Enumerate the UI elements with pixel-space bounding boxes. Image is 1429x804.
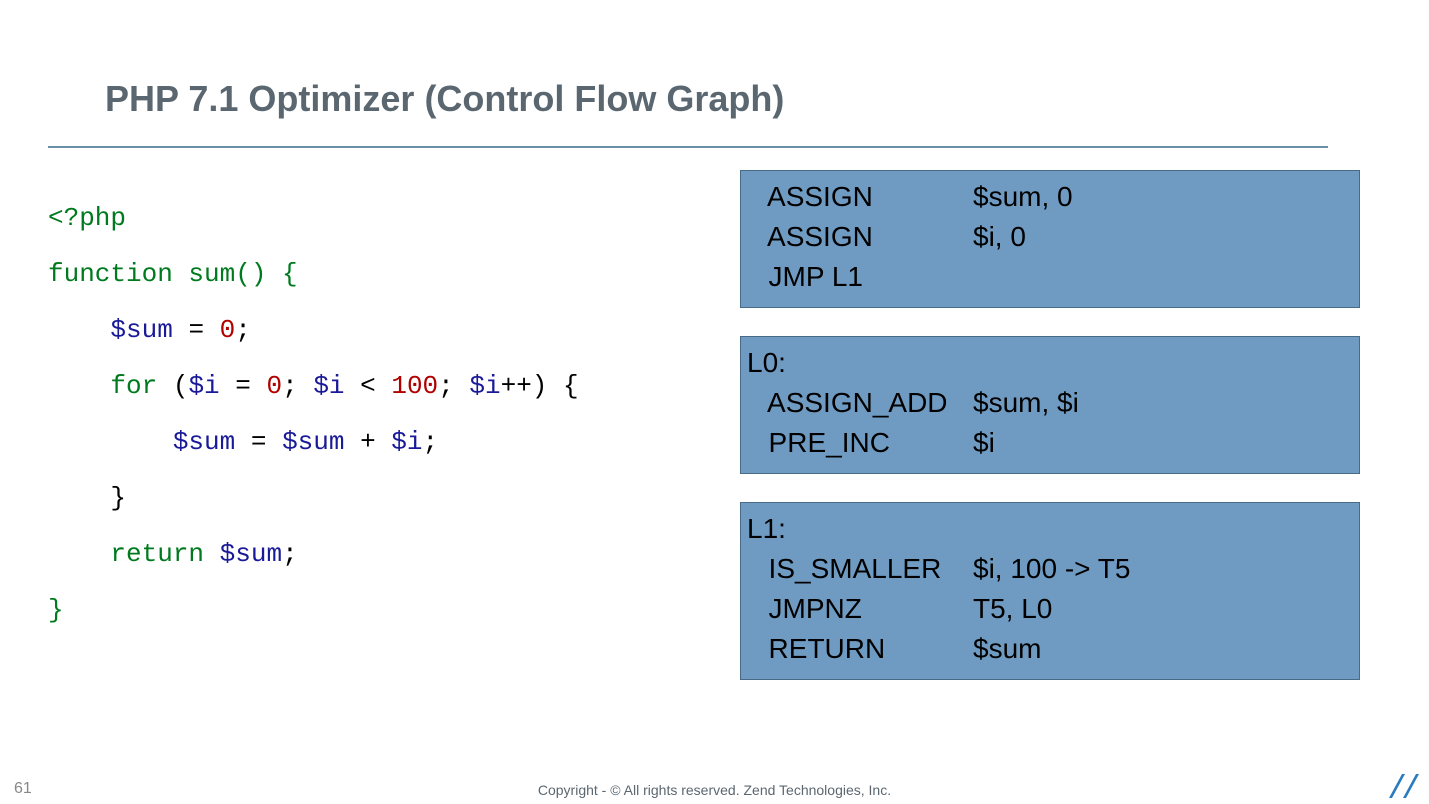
opcode-row: ASSIGN_ADD$sum, $i <box>753 383 1079 423</box>
code-token: $i <box>391 427 422 457</box>
opcode-block-2: L1: IS_SMALLER$i, 100 -> T5 JMPNZT5, L0 … <box>740 502 1360 680</box>
page-number: 61 <box>14 780 32 798</box>
opcode-row: JMP L1 <box>753 257 1073 297</box>
code-token: = <box>235 427 282 457</box>
code-token: function <box>48 259 173 289</box>
code-line: $sum = 0; <box>48 302 579 358</box>
opcode: RETURN <box>753 629 973 669</box>
opcode: JMPNZ <box>753 589 973 629</box>
code-token: 100 <box>391 371 438 401</box>
opcode-row: PRE_INC$i <box>753 423 1079 463</box>
code-token: $sum <box>220 539 282 569</box>
opcode: ASSIGN_ADD <box>753 383 973 423</box>
code-line: } <box>48 582 579 638</box>
code-token: $i <box>313 371 344 401</box>
opcode-row: ASSIGN$sum, 0 <box>753 177 1073 217</box>
code-token: ; <box>423 427 439 457</box>
code-token: 0 <box>266 371 282 401</box>
opcode: ASSIGN <box>753 217 973 257</box>
code-token: } <box>110 483 126 513</box>
opcode-label: L0: <box>747 343 1347 383</box>
opcode-label: L1: <box>747 509 1347 549</box>
opcode: PRE_INC <box>753 423 973 463</box>
code-token: sum() { <box>173 259 298 289</box>
code-token: $sum <box>110 315 172 345</box>
opcode-row: ASSIGN$i, 0 <box>753 217 1073 257</box>
code-token: = <box>220 371 267 401</box>
code-token: $i <box>469 371 500 401</box>
code-token: return <box>110 539 204 569</box>
opcode-row: RETURN$sum <box>753 629 1130 669</box>
opcode-arg: $i, 100 -> T5 <box>973 549 1130 589</box>
opcode-blocks: ASSIGN$sum, 0 ASSIGN$i, 0 JMP L1 L0: ASS… <box>740 170 1360 708</box>
code-line: function sum() { <box>48 246 579 302</box>
slide-title: PHP 7.1 Optimizer (Control Flow Graph) <box>105 78 784 120</box>
zend-logo-icon <box>1389 774 1419 800</box>
code-line: } <box>48 470 579 526</box>
code-line: <?php <box>48 190 579 246</box>
opcode: JMP L1 <box>753 257 973 297</box>
opcode-row: JMPNZT5, L0 <box>753 589 1130 629</box>
code-token: < <box>345 371 392 401</box>
code-token: ; <box>438 371 469 401</box>
opcode-block-1: L0: ASSIGN_ADD$sum, $i PRE_INC$i <box>740 336 1360 474</box>
opcode-arg <box>973 257 1073 297</box>
code-token: ( <box>157 371 188 401</box>
code-token: } <box>48 595 64 625</box>
slide: PHP 7.1 Optimizer (Control Flow Graph) <… <box>0 0 1429 804</box>
opcode: ASSIGN <box>753 177 973 217</box>
code-token: ++) { <box>501 371 579 401</box>
code-token: ; <box>282 539 298 569</box>
code-token: $i <box>188 371 219 401</box>
opcode-arg: $sum, $i <box>973 383 1079 423</box>
code-line: return $sum; <box>48 526 579 582</box>
code-token: = <box>173 315 220 345</box>
code-token: <?php <box>48 203 126 233</box>
code-token <box>204 539 220 569</box>
opcode-arg: T5, L0 <box>973 589 1130 629</box>
code-token: for <box>110 371 157 401</box>
code-token: ; <box>235 315 251 345</box>
opcode-arg: $i, 0 <box>973 217 1073 257</box>
code-token: 0 <box>220 315 236 345</box>
opcode-arg: $sum, 0 <box>973 177 1073 217</box>
opcode: IS_SMALLER <box>753 549 973 589</box>
opcode-arg: $sum <box>973 629 1130 669</box>
php-code-block: <?php function sum() { $sum = 0; for ($i… <box>48 190 579 638</box>
opcode-row: IS_SMALLER$i, 100 -> T5 <box>753 549 1130 589</box>
code-line: for ($i = 0; $i < 100; $i++) { <box>48 358 579 414</box>
code-token: $sum <box>173 427 235 457</box>
horizontal-rule <box>48 146 1328 148</box>
opcode-block-0: ASSIGN$sum, 0 ASSIGN$i, 0 JMP L1 <box>740 170 1360 308</box>
opcode-arg: $i <box>973 423 1079 463</box>
code-line: $sum = $sum + $i; <box>48 414 579 470</box>
footer-copyright: Copyright - © All rights reserved. Zend … <box>0 782 1429 798</box>
code-token: $sum <box>282 427 344 457</box>
code-token: + <box>344 427 391 457</box>
code-token: ; <box>282 371 313 401</box>
